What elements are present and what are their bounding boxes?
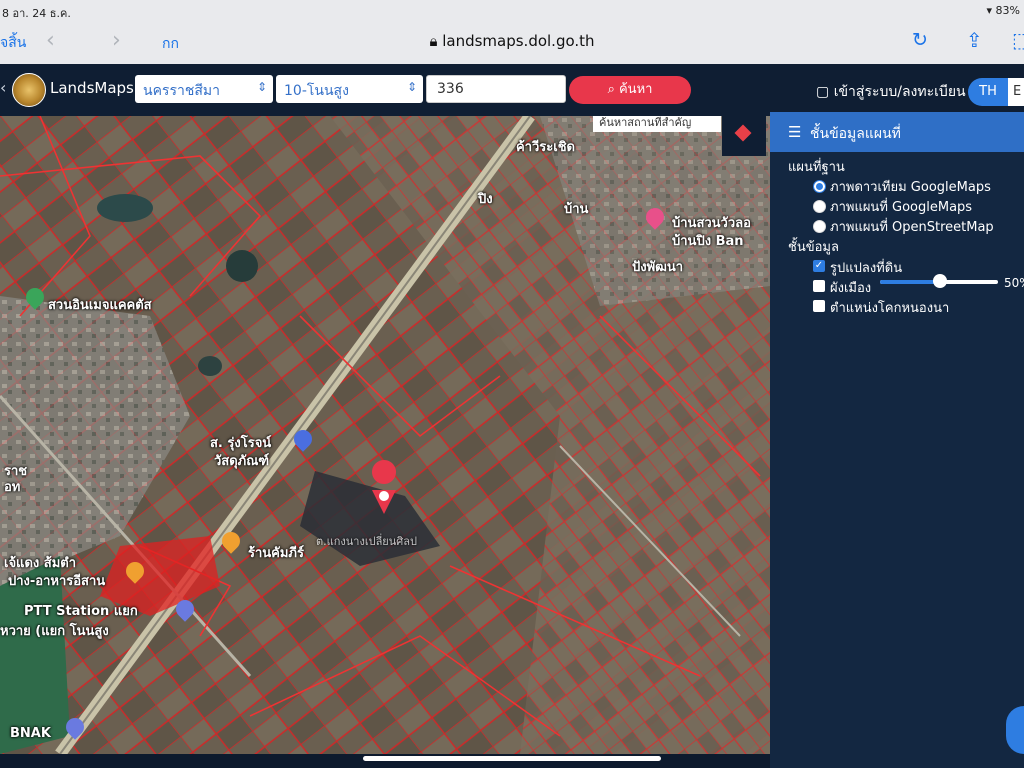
lock-icon: 🔒︎	[429, 32, 438, 50]
status-bar: 8 อา. 24 ธ.ค. ▾ 83%	[0, 0, 1024, 22]
basemap-radio[interactable]	[813, 220, 826, 233]
map-label: สวนอินเมจแคคตัส	[48, 298, 152, 313]
map-label: ปังพัฒนา	[632, 260, 684, 275]
login-link[interactable]: ▢ เข้าสู่ระบบ/ลงทะเบียน	[816, 81, 966, 103]
status-right: ▾ 83%	[987, 4, 1020, 17]
panel-title: ชั้นข้อมูลแผนที่	[810, 126, 901, 142]
layer-option-label[interactable]: ตำแหน่งโคกหนองนา	[830, 297, 949, 318]
lock-icon: ▢	[816, 84, 830, 100]
map-label: อท	[4, 480, 21, 495]
app-header: ‹ LandsMaps นครราชสีมา ⇕ 10-โนนสูง ⇕ ⌕ ค…	[0, 64, 1024, 116]
search-icon: ⌕	[607, 82, 615, 97]
layers-toggle-button[interactable]	[722, 116, 766, 156]
map-label: หวาย (แยก โนนสูง	[0, 624, 109, 639]
basemap-radio[interactable]	[813, 200, 826, 213]
layers-section-label: ชั้นข้อมูล	[788, 240, 839, 255]
layer-checkbox[interactable]	[813, 300, 825, 312]
lang-th-button[interactable]: TH	[968, 78, 1008, 106]
menu-icon[interactable]: ‹	[0, 78, 6, 97]
basemap-option-label[interactable]: ภาพดาวเทียม GoogleMaps	[830, 176, 991, 197]
basemap-section-label: แผนที่ฐาน	[788, 160, 845, 175]
map-label: บ้าน	[564, 202, 589, 217]
map-label: วัสดุภัณฑ์	[214, 454, 270, 469]
opacity-value: 50%	[1004, 276, 1024, 290]
province-value: นครราชสีมา	[143, 83, 220, 99]
layers-icon	[734, 124, 752, 142]
search-button[interactable]: ⌕ ค้นหา	[569, 76, 691, 104]
app-brand: LandsMaps	[50, 79, 134, 97]
status-time: 8 อา. 24 ธ.ค.	[2, 7, 71, 20]
lang-en-button[interactable]: E	[1008, 78, 1024, 106]
map-label: ปาง-อาหารอีสาน	[8, 574, 106, 589]
map-label: ร้านคัมภีร์	[248, 546, 304, 561]
province-select[interactable]: นครราชสีมา ⇕	[135, 75, 273, 103]
chevron-updown-icon: ⇕	[406, 80, 417, 94]
battery-percent: 83%	[995, 4, 1020, 17]
chevron-updown-icon: ⇕	[256, 80, 267, 94]
map-label: บ้านปิง Ban	[672, 234, 744, 249]
wifi-icon: ▾	[986, 4, 993, 17]
share-icon[interactable]: ⇪	[966, 28, 983, 52]
address-bar[interactable]: 🔒︎ landsmaps.dol.go.th	[0, 32, 1024, 50]
layer-checkbox[interactable]: ✓	[813, 260, 825, 272]
login-label: เข้าสู่ระบบ/ลงทะเบียน	[833, 84, 966, 100]
url-text: landsmaps.dol.go.th	[442, 32, 595, 50]
layer-checkbox[interactable]	[813, 280, 825, 292]
map-label: BNAK	[10, 726, 51, 741]
home-indicator	[363, 756, 661, 761]
layer-option-label[interactable]: รูปแปลงที่ดิน	[830, 257, 902, 278]
tabs-icon[interactable]: ⬚	[1012, 28, 1024, 52]
panel-header[interactable]: ☰ ชั้นข้อมูลแผนที่	[770, 112, 1024, 152]
parcel-marker-label: ต.แกงนางเปลี่ยนศิลป	[316, 535, 417, 548]
district-select[interactable]: 10-โนนสูง ⇕	[276, 75, 423, 103]
basemap-radio[interactable]	[813, 180, 826, 193]
layer-option-label[interactable]: ผังเมือง	[830, 277, 871, 298]
browser-toolbar: จสิ้น ‹ › กก 🔒︎ landsmaps.dol.go.th ↻ ⇪ …	[0, 22, 1024, 65]
floating-action-button[interactable]	[1006, 706, 1024, 754]
opacity-slider-handle[interactable]	[933, 274, 947, 288]
map-label: PTT Station แยก	[24, 604, 138, 619]
map-layers-panel: ☰ ชั้นข้อมูลแผนที่ แผนที่ฐาน ภาพดาวเทียม…	[770, 112, 1024, 768]
map-label: ปิง	[478, 192, 493, 207]
opacity-slider-fill	[880, 280, 940, 284]
map-view[interactable]: ค้นหาสถานที่สำคัญ ค้าวีระเชิด ปิง บ้าน บ…	[0, 116, 770, 754]
dol-logo	[12, 73, 46, 107]
place-search-input[interactable]: ค้นหาสถานที่สำคัญ	[593, 116, 721, 132]
district-value: 10-โนนสูง	[284, 83, 349, 99]
basemap-option-label[interactable]: ภาพแผนที่ GoogleMaps	[830, 196, 972, 217]
basemap-option-label[interactable]: ภาพแผนที่ OpenStreetMap	[830, 216, 994, 237]
stack-icon: ☰	[788, 123, 802, 141]
map-label: ค้าวีระเชิด	[516, 140, 575, 155]
parcel-number-input[interactable]	[426, 75, 566, 103]
search-button-label: ค้นหา	[618, 82, 653, 97]
reload-icon[interactable]: ↻	[912, 29, 928, 51]
